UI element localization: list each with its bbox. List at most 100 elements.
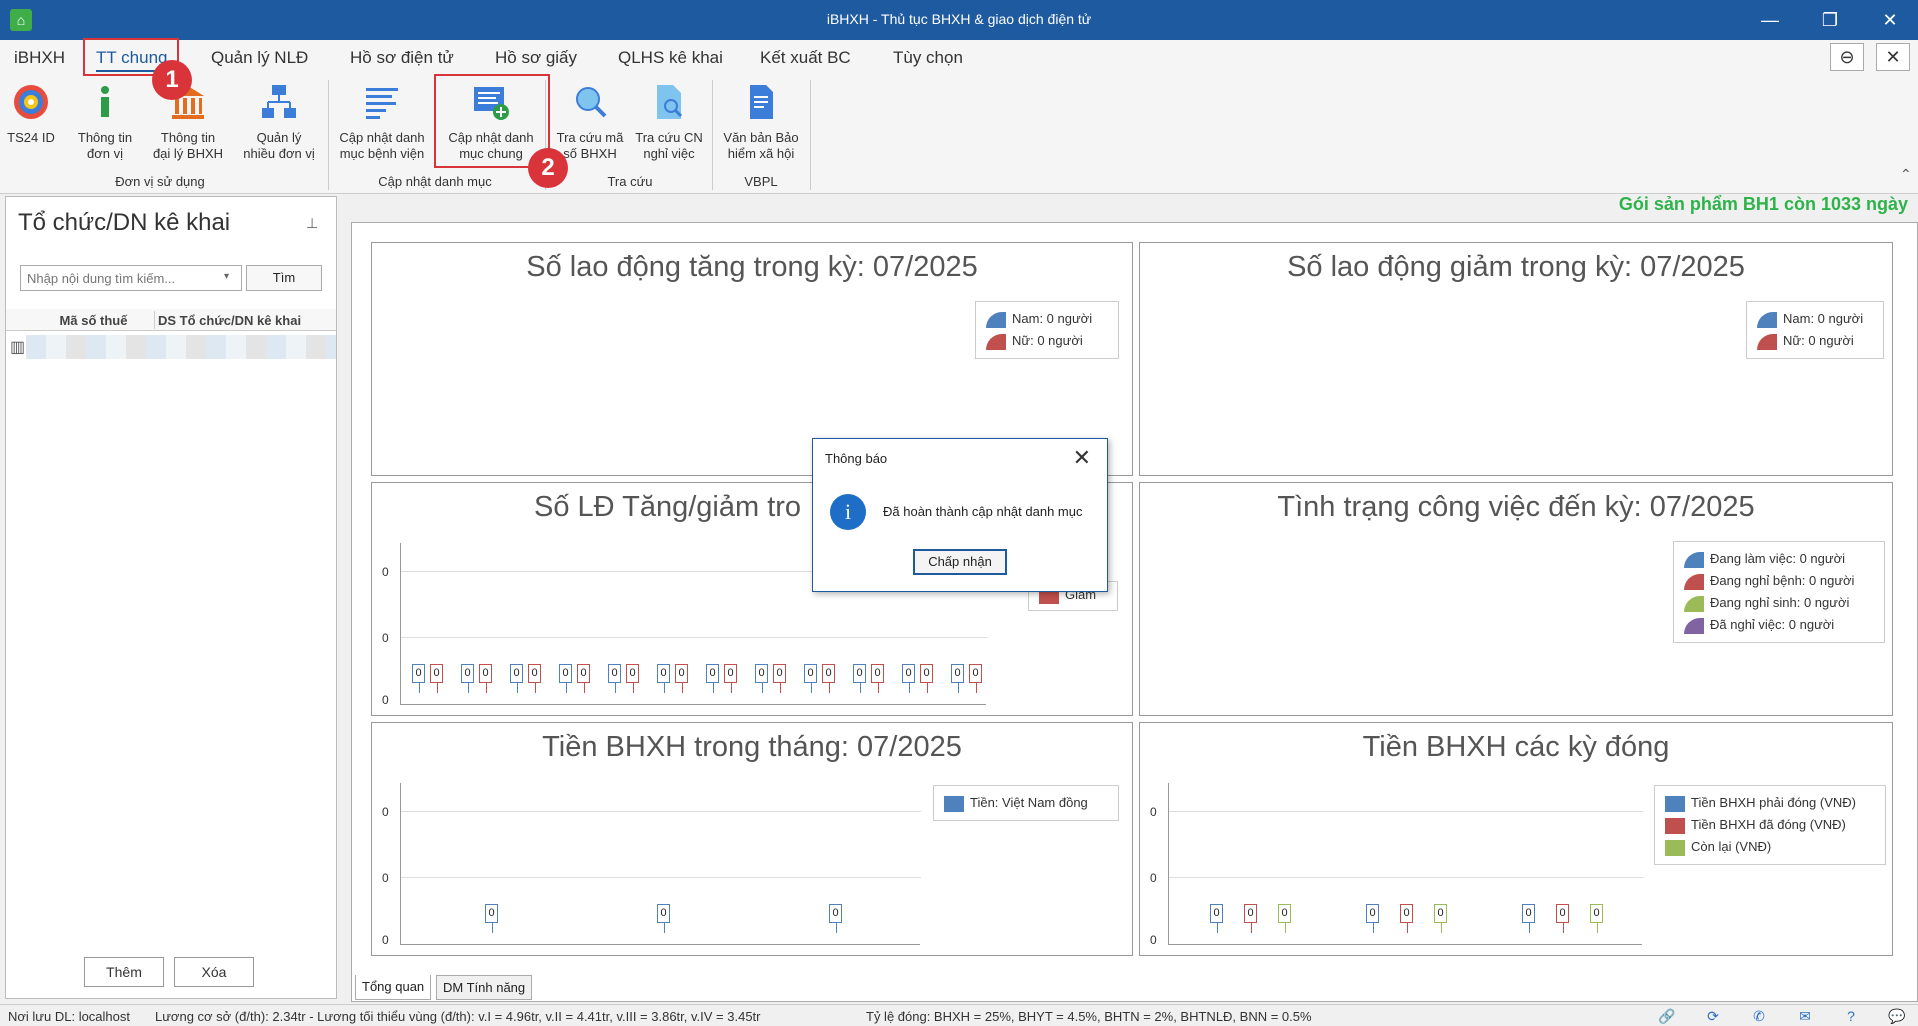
chart-title: Tiền BHXH trong tháng: 07/2025 xyxy=(542,731,962,763)
data-label: 0 xyxy=(951,664,964,683)
dialog-close-icon[interactable]: ✕ xyxy=(1073,445,1091,471)
minimize-window-button[interactable]: — xyxy=(1750,6,1790,34)
delete-button[interactable]: Xóa xyxy=(174,957,254,987)
bar-mark xyxy=(584,683,585,693)
chart-lao-dong-giam: Số lao động giảm trong kỳ: 07/2025 Nam: … xyxy=(1139,242,1893,476)
ribbon-thong-tin-don-vi-button[interactable]: Thông tin đơn vị xyxy=(70,82,140,162)
bar-mark xyxy=(468,683,469,693)
legend-item: Nam: 0 người xyxy=(1757,308,1873,330)
y-tick-label: 0 xyxy=(1150,805,1157,819)
menu-ket-xuat-bc[interactable]: Kết xuất BC xyxy=(760,48,851,68)
menu-bar: iBHXH TT chung Quản lý NLĐ Hồ sơ điện tử… xyxy=(0,40,1918,73)
pin-icon[interactable]: ⊥ xyxy=(306,215,318,232)
ribbon-van-ban-bhxh-button[interactable]: Văn bản Bảo hiểm xã hội xyxy=(716,82,806,162)
restore-window-button[interactable]: ❐ xyxy=(1810,6,1850,34)
data-label: 0 xyxy=(479,664,492,683)
status-rates: Tỷ lệ đóng: BHXH = 25%, BHYT = 4.5%, BHT… xyxy=(866,1009,1312,1024)
bar-mark xyxy=(860,683,861,693)
legend-swatch xyxy=(1757,333,1777,350)
tab-dm-tinh-nang[interactable]: DM Tính năng xyxy=(436,975,533,1000)
bar-mark xyxy=(566,683,567,693)
menu-ho-so-dien-tu[interactable]: Hồ sơ điện tử xyxy=(350,48,454,68)
chart-title: Tiền BHXH các kỳ đóng xyxy=(1362,731,1670,763)
bar-mark xyxy=(958,683,959,693)
tab-tong-quan[interactable]: Tổng quan xyxy=(355,975,432,1000)
bar-mark xyxy=(664,923,665,933)
group-label-cap-nhat: Cập nhật danh mục xyxy=(378,174,492,189)
info-icon: i xyxy=(830,494,866,530)
link-icon[interactable]: 🔗 xyxy=(1658,1008,1676,1024)
window-title: iBHXH - Thủ tục BHXH & giao dịch điện tử xyxy=(826,11,1092,27)
legend-item: Nữ: 0 người xyxy=(1757,330,1873,352)
left-panel: Tổ chức/DN kê khai ⊥ ▾ Tìm Mã số thuế DS… xyxy=(5,196,337,999)
bar-mark xyxy=(780,683,781,693)
status-salary: Lương cơ sở (đ/th): 2.34tr - Lương tối t… xyxy=(155,1009,761,1024)
data-label: 0 xyxy=(804,664,817,683)
data-label: 0 xyxy=(461,664,474,683)
bar-mark xyxy=(1529,923,1530,933)
mail-icon[interactable]: ✉ xyxy=(1796,1008,1814,1024)
column-divider xyxy=(154,311,155,329)
legend-swatch xyxy=(1757,311,1777,328)
chart-legend: Nam: 0 người Nữ: 0 người xyxy=(1746,301,1884,359)
y-tick-label: 0 xyxy=(1150,933,1157,947)
search-input[interactable] xyxy=(20,265,242,291)
menu-ibhxh[interactable]: iBHXH xyxy=(14,48,65,68)
table-row[interactable] xyxy=(26,335,336,359)
help-icon[interactable]: ? xyxy=(1842,1008,1860,1024)
bar-mark xyxy=(1597,923,1598,933)
ribbon-cap-nhat-benh-vien-button[interactable]: Cập nhật danh mục bệnh viện xyxy=(334,82,430,162)
column-header-ma-so-thue[interactable]: Mã số thuế xyxy=(36,313,151,328)
sync-icon[interactable]: ⟳ xyxy=(1704,1008,1722,1024)
bar-mark xyxy=(517,683,518,693)
menu-tuy-chon[interactable]: Tùy chọn xyxy=(893,48,963,68)
status-storage: Nơi lưu DL: localhost xyxy=(8,1009,130,1024)
legend-swatch xyxy=(1665,839,1685,856)
dropdown-arrow-icon[interactable]: ▾ xyxy=(224,271,229,282)
legend-swatch xyxy=(1684,617,1704,634)
data-label: 0 xyxy=(1434,904,1447,923)
data-label: 0 xyxy=(1400,904,1413,923)
legend-item: Đang nghỉ sinh: 0 người xyxy=(1684,592,1874,614)
ribbon-quan-ly-nhieu-don-vi-button[interactable]: Quản lý nhiều đơn vị xyxy=(238,82,320,162)
ribbon-tra-cuu-ma-so-button[interactable]: Tra cứu mã số BHXH xyxy=(550,82,630,162)
column-header-ds-to-chuc[interactable]: DS Tổ chức/DN kê khai xyxy=(158,313,338,328)
close-tab-button[interactable]: ✕ xyxy=(1876,43,1910,71)
data-label: 0 xyxy=(920,664,933,683)
data-label: 0 xyxy=(1366,904,1379,923)
legend-swatch xyxy=(986,311,1006,328)
bar-mark xyxy=(1285,923,1286,933)
phone-icon[interactable]: ✆ xyxy=(1750,1008,1768,1024)
menu-ho-so-giay[interactable]: Hồ sơ giấy xyxy=(495,48,577,68)
legend-swatch xyxy=(944,795,964,812)
bar-mark xyxy=(927,683,928,693)
add-button[interactable]: Thêm xyxy=(84,957,164,987)
menu-quan-ly-nld[interactable]: Quản lý NLĐ xyxy=(211,48,308,68)
ts24-logo-icon xyxy=(14,85,48,119)
bar-mark xyxy=(615,683,616,693)
bar-mark xyxy=(1217,923,1218,933)
chat-icon[interactable]: 💬 xyxy=(1888,1008,1906,1024)
data-label: 0 xyxy=(412,664,425,683)
gridline xyxy=(1169,811,1643,812)
collapse-ribbon-button[interactable]: ⊖ xyxy=(1830,43,1864,71)
menu-qlhs-ke-khai[interactable]: QLHS kê khai xyxy=(618,48,723,68)
building-row-icon: ▥ xyxy=(10,339,26,356)
list-icon xyxy=(366,88,398,119)
data-label: 0 xyxy=(1244,904,1257,923)
close-window-button[interactable]: ✕ xyxy=(1870,6,1910,34)
status-bar: Nơi lưu DL: localhost Lương cơ sở (đ/th)… xyxy=(0,1004,1918,1026)
bar-mark xyxy=(731,683,732,693)
bar-mark xyxy=(664,683,665,693)
search-button[interactable]: Tìm xyxy=(246,265,322,291)
data-label: 0 xyxy=(1278,904,1291,923)
data-label: 0 xyxy=(559,664,572,683)
legend-swatch xyxy=(1684,595,1704,612)
ribbon-tra-cuu-cn-nghi-viec-button[interactable]: Tra cứu CN nghỉ việc xyxy=(630,82,708,162)
chevron-up-icon[interactable]: ⌃ xyxy=(1900,166,1912,183)
dialog-accept-button[interactable]: Chấp nhận xyxy=(913,549,1007,575)
ribbon-ts24-button[interactable]: TS24 ID xyxy=(6,82,56,146)
legend-item: Nam: 0 người xyxy=(986,308,1108,330)
y-tick-label: 0 xyxy=(382,693,389,707)
data-label: 0 xyxy=(608,664,621,683)
